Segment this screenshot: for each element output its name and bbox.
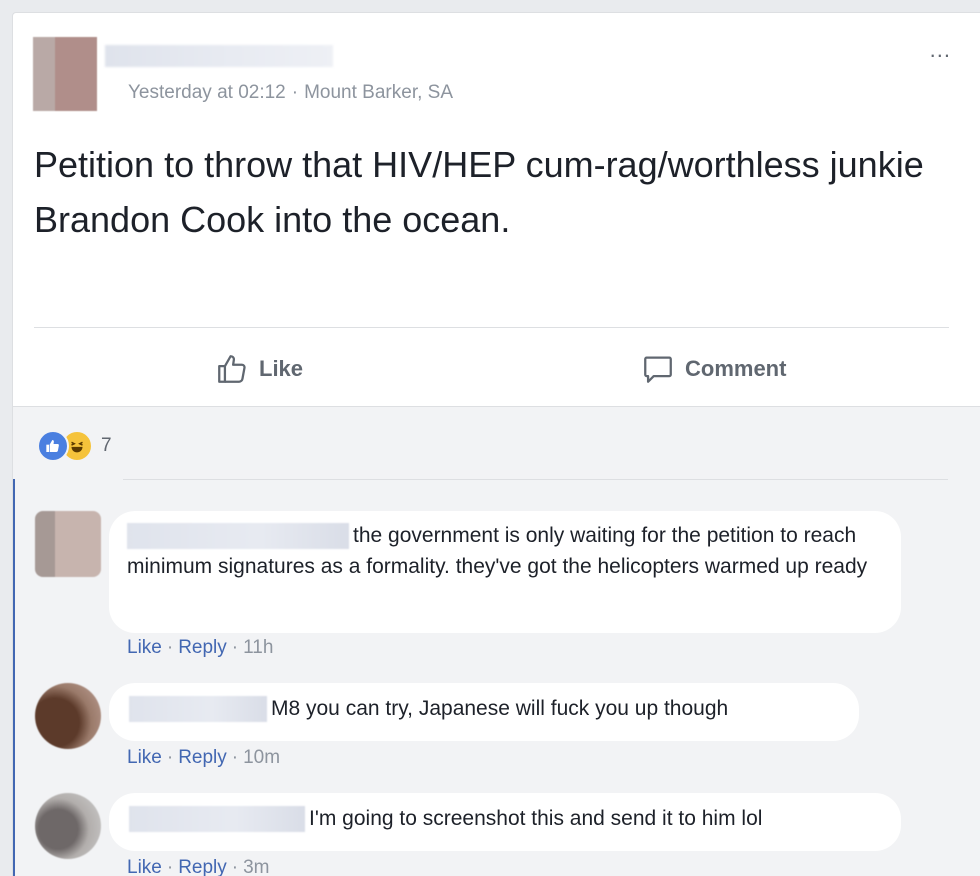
commenter-avatar[interactable] xyxy=(35,793,101,859)
comment-bubble-icon xyxy=(644,356,672,383)
commenter-name-redacted[interactable] xyxy=(129,806,305,833)
thread-indicator xyxy=(13,479,15,876)
comment-bubble: the government is only waiting for the p… xyxy=(109,511,901,633)
comment-like-link[interactable]: Like xyxy=(127,857,162,876)
like-label: Like xyxy=(259,356,304,381)
comment-reply-link[interactable]: Reply xyxy=(178,637,227,658)
post-body: Petition to throw that HIV/HEP cum-rag/w… xyxy=(34,144,924,240)
commenter-name-redacted[interactable] xyxy=(127,523,349,550)
comment-text: M8 you can try, Japanese will fuck you u… xyxy=(271,697,729,720)
more-options-icon[interactable]: ... xyxy=(930,39,951,61)
comment-reply-link[interactable]: Reply xyxy=(178,747,227,768)
comment-button[interactable]: Comment xyxy=(641,349,786,389)
author-avatar[interactable] xyxy=(33,37,97,111)
commenter-avatar[interactable] xyxy=(35,511,101,577)
divider xyxy=(123,479,948,480)
comment-like-link[interactable]: Like xyxy=(127,747,162,768)
comment-actions: Like · Reply · 10m xyxy=(127,747,281,768)
comment-like-link[interactable]: Like xyxy=(127,637,162,658)
comment-actions: Like · Reply · 3m xyxy=(127,857,270,876)
commenter-avatar[interactable] xyxy=(35,683,101,749)
comment-label: Comment xyxy=(685,356,787,381)
comment-reply-link[interactable]: Reply xyxy=(178,857,227,876)
comment-time[interactable]: 3m xyxy=(243,857,269,876)
comment-actions: Like · Reply · 11h xyxy=(127,637,274,658)
author-name-redacted[interactable] xyxy=(105,45,333,67)
comment-time[interactable]: 11h xyxy=(243,637,273,658)
like-button[interactable]: Like xyxy=(215,349,303,389)
comment-bubble: M8 you can try, Japanese will fuck you u… xyxy=(109,683,859,741)
comments-section: 7 the government is only waiting for the… xyxy=(13,406,980,876)
comment-bubble: I'm going to screenshot this and send it… xyxy=(109,793,901,851)
thumbs-up-icon xyxy=(218,355,246,383)
divider xyxy=(34,327,949,328)
post-header: Yesterday at 02:12 · Mount Barker, SA ... xyxy=(13,13,980,123)
post-meta: Yesterday at 02:12 · Mount Barker, SA xyxy=(128,82,453,103)
comment-text: I'm going to screenshot this and send it… xyxy=(309,807,763,830)
commenter-name-redacted[interactable] xyxy=(129,696,267,723)
post-location[interactable]: Mount Barker, SA xyxy=(304,82,453,103)
post-timestamp[interactable]: Yesterday at 02:12 xyxy=(128,82,286,103)
like-reaction-icon xyxy=(37,430,69,462)
reaction-count: 7 xyxy=(101,435,112,456)
post-card: Yesterday at 02:12 · Mount Barker, SA ... … xyxy=(12,12,980,876)
reactions-summary[interactable]: 7 xyxy=(37,430,112,462)
comment-time[interactable]: 10m xyxy=(243,747,280,768)
